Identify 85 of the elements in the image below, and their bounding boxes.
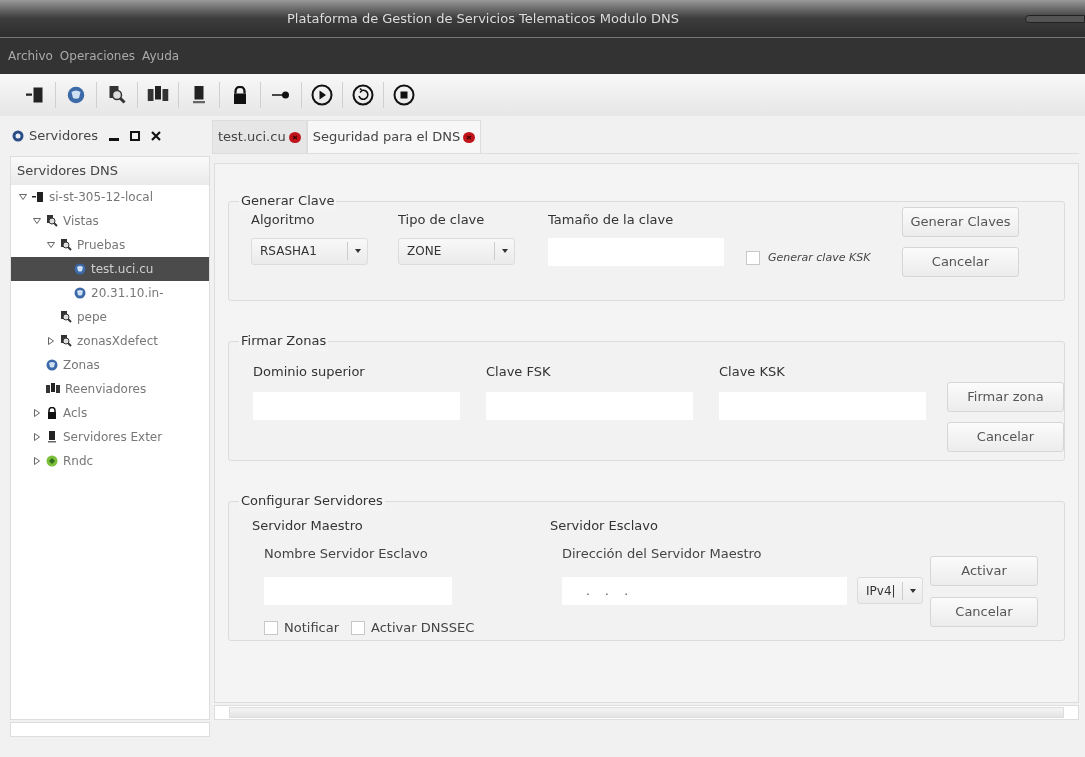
- close-icon[interactable]: [150, 131, 161, 141]
- magnifier-icon: [46, 215, 58, 227]
- caret-icon: [501, 249, 508, 253]
- tree-item[interactable]: Reenviadores: [11, 377, 209, 401]
- menu-item[interactable]: Archivo: [8, 47, 53, 65]
- tab[interactable]: test.uci.cu: [212, 120, 307, 153]
- field-label: Dominio superior: [253, 363, 366, 381]
- expanded-triangle-icon[interactable]: [47, 241, 55, 249]
- expanded-triangle-icon[interactable]: [33, 217, 41, 225]
- horizontal-scrollbar[interactable]: [214, 705, 1079, 720]
- section-heading: Servidor Maestro: [252, 517, 364, 535]
- tree-item[interactable]: Acls: [11, 401, 209, 425]
- tree-item[interactable]: Zonas: [11, 353, 209, 377]
- field-label: Dirección del Servidor Maestro: [562, 544, 763, 563]
- minimize-icon[interactable]: [108, 137, 119, 141]
- checkbox[interactable]: [264, 620, 278, 635]
- tree-header: Servidores DNS: [11, 157, 209, 185]
- lock-icon: [231, 86, 249, 104]
- server-icon: [190, 86, 208, 104]
- panel-title: Servidores: [29, 127, 98, 146]
- magnifier-icon: [60, 335, 72, 347]
- horizontal-scrollbar[interactable]: [10, 722, 210, 737]
- tree-item[interactable]: test.uci.cu: [11, 257, 209, 281]
- tree-item[interactable]: zonasXdefect: [11, 329, 209, 353]
- globe-icon: [74, 263, 86, 275]
- play-icon[interactable]: [311, 84, 333, 106]
- dropdown[interactable]: IPv4|: [857, 577, 923, 604]
- dropdown[interactable]: RSASHA1: [251, 237, 368, 265]
- field-label: Clave KSK: [719, 363, 786, 381]
- checkbox-label: Notificar: [284, 619, 340, 637]
- dropdown[interactable]: ZONE: [398, 237, 515, 265]
- stop-icon[interactable]: [393, 84, 415, 106]
- globe-icon: [67, 86, 85, 104]
- servers-icon: [46, 383, 60, 395]
- tab[interactable]: Seguridad para el DNS: [306, 120, 482, 153]
- magnifier-icon: [108, 86, 126, 104]
- window-title: Plataforma de Gestion de Servicios Telematicos Modulo DNS: [287, 9, 680, 28]
- collapsed-triangle-icon[interactable]: [33, 433, 41, 441]
- field-label: Nombre Servidor Esclavo: [264, 544, 429, 563]
- server-icon: [46, 431, 58, 443]
- server-icon: [32, 191, 44, 203]
- tree-item[interactable]: Rndc: [11, 449, 209, 473]
- server-icon: [26, 86, 44, 104]
- magnifier-icon: [60, 239, 72, 251]
- push-button[interactable]: Cancelar: [902, 247, 1019, 277]
- field-label: Tamaño de la clave: [548, 211, 675, 229]
- close-icon[interactable]: [463, 131, 476, 143]
- push-button[interactable]: Activar: [930, 556, 1038, 586]
- tree-item[interactable]: Pruebas: [11, 233, 209, 257]
- checkbox[interactable]: [746, 251, 760, 266]
- text-field[interactable]: . . .: [562, 577, 847, 605]
- caret-icon: [909, 588, 916, 593]
- collapsed-triangle-icon[interactable]: [33, 457, 41, 465]
- tree-item[interactable]: pepe: [11, 305, 209, 329]
- tree-item[interactable]: Servidores Exter: [11, 425, 209, 449]
- checkbox-label: Generar clave KSK: [768, 250, 871, 266]
- expanded-triangle-icon[interactable]: [19, 193, 27, 201]
- push-button[interactable]: Cancelar: [930, 597, 1038, 627]
- gear-icon: [12, 130, 24, 142]
- lock-icon: [46, 407, 58, 419]
- globe-icon: [46, 359, 58, 371]
- push-button[interactable]: Firmar zona: [947, 382, 1064, 412]
- tree-item[interactable]: Vistas: [11, 209, 209, 233]
- caret-icon: [354, 249, 361, 253]
- collapsed-triangle-icon[interactable]: [33, 409, 41, 417]
- field-label: Clave FSK: [486, 363, 552, 381]
- globe-icon: [74, 287, 86, 299]
- field-label: Tipo de clave: [398, 211, 486, 229]
- refresh-icon[interactable]: [352, 84, 374, 106]
- checkbox-label: Activar DNSSEC: [371, 619, 475, 637]
- push-button[interactable]: Generar Claves: [902, 207, 1019, 237]
- menu-item[interactable]: Operaciones: [59, 47, 136, 65]
- servers-icon: [147, 86, 169, 104]
- key-icon[interactable]: [272, 90, 290, 100]
- checkbox[interactable]: [351, 620, 366, 635]
- tree-item[interactable]: si-st-305-12-local: [11, 185, 209, 209]
- close-icon[interactable]: [288, 131, 301, 143]
- field-label: Algoritmo: [251, 211, 316, 229]
- menu-item[interactable]: Ayuda: [142, 47, 180, 65]
- magnifier-icon: [60, 311, 72, 323]
- section-heading: Servidor Esclavo: [550, 517, 659, 535]
- tree-item[interactable]: 20.31.10.in-: [11, 281, 209, 305]
- maximize-icon[interactable]: [129, 131, 140, 141]
- push-button[interactable]: Cancelar: [947, 422, 1064, 452]
- collapsed-triangle-icon[interactable]: [47, 337, 55, 345]
